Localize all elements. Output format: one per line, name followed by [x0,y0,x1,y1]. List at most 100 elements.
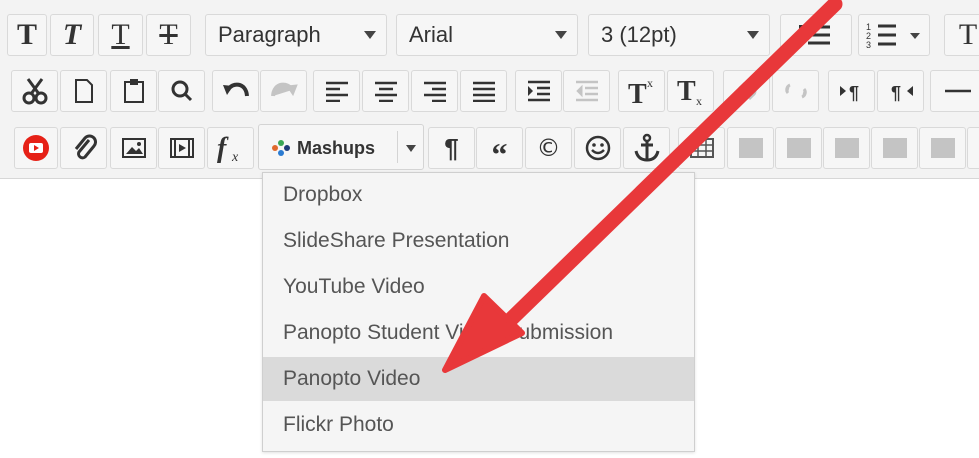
editor-toolbar: T T T T Paragraph Arial 3 (12pt) 123 T T… [0,0,979,179]
align-justify-button[interactable] [460,70,507,112]
redo-icon [270,82,298,97]
image-icon [121,138,146,158]
ltr-direction-button[interactable]: ¶ [828,70,875,112]
paragraph-format-select[interactable]: Paragraph [205,14,387,56]
show-blocks-button[interactable]: ¶ [428,127,475,169]
svg-text:f: f [217,133,229,163]
underline-button[interactable]: T [98,14,143,56]
font-size-value: 3 (12pt) [601,22,677,47]
anchor-icon [634,133,659,162]
insert-image-button[interactable] [110,127,157,169]
link-icon [737,81,756,101]
table-column-before-button[interactable] [871,127,918,169]
toolbar-row-1: T T T T Paragraph Arial 3 (12pt) 123 T [0,11,979,59]
paragraph-format-value: Paragraph [218,22,321,47]
scissors-icon [22,78,47,105]
unlink-icon [784,83,807,99]
chevron-down-icon [747,31,759,39]
bold-button[interactable]: T [7,14,47,56]
superscript-button[interactable]: Tx [618,70,665,112]
toolbar-row-3: fx ¶ “ © [0,124,979,172]
mashups-menu-item[interactable]: Panopto Student Video Submission [263,311,694,355]
align-right-button[interactable] [411,70,458,112]
align-center-button[interactable] [362,70,409,112]
mashups-menu-item[interactable]: Flickr Photo [263,403,694,447]
bullet-list-button[interactable] [780,14,852,56]
paperclip-icon [74,134,97,160]
film-icon [169,138,194,158]
strikethrough-button[interactable]: T [146,14,191,56]
mashups-label: Mashups [297,138,376,158]
cut-button[interactable] [11,70,58,112]
insert-youtube-button[interactable] [14,127,58,169]
align-right-icon [423,81,446,102]
bullet-list-icon [799,25,830,45]
menu-item-label: SlideShare Presentation [283,229,510,252]
font-family-value: Arial [409,22,454,47]
chevron-down-icon[interactable] [406,145,416,152]
table-row-after-button[interactable] [775,127,822,169]
table-column-before-icon [882,138,907,158]
mashups-divider [397,131,398,163]
insert-table-button[interactable] [678,127,725,169]
chevron-down-icon [555,31,567,39]
font-family-select[interactable]: Arial [396,14,578,56]
outdent-button[interactable] [563,70,610,112]
svg-text:3: 3 [866,40,871,50]
youtube-icon [23,135,49,161]
table-icon [689,138,714,158]
new-document-button[interactable] [60,70,107,112]
insert-equation-button[interactable]: fx [207,127,254,169]
insert-link-button[interactable] [723,70,770,112]
table-row-before-button[interactable] [727,127,774,169]
clipboard-icon [123,79,144,103]
function-icon: fx [217,133,239,163]
emoticon-button[interactable] [574,127,621,169]
mashups-menu-item[interactable]: YouTube Video [263,265,694,309]
table-delete-row-button[interactable] [823,127,870,169]
subscript-button[interactable]: Tx [667,70,714,112]
outdent-icon [575,80,598,102]
mashups-dropdown-menu: Dropbox SlideShare Presentation YouTube … [262,172,695,452]
mashups-button[interactable]: Mashups [258,124,424,170]
mashups-menu-item[interactable]: Dropbox [263,173,694,217]
mashups-menu-item[interactable]: SlideShare Presentation [263,219,694,263]
undo-icon [222,82,249,97]
svg-text:T: T [628,79,647,106]
find-button[interactable] [158,70,205,112]
font-size-select[interactable]: 3 (12pt) [588,14,770,56]
indent-button[interactable] [515,70,562,112]
menu-item-label: YouTube Video [283,275,425,298]
table-column-after-button[interactable] [919,127,966,169]
redo-button[interactable] [260,70,307,112]
menu-item-label: Panopto Student Video Submission [283,321,614,344]
table-delete-row-icon [834,138,859,158]
paste-button[interactable] [110,70,157,112]
bold-icon: T [16,18,37,51]
numbered-list-button[interactable]: 123 [858,14,930,56]
horizontal-line-button[interactable] [930,70,979,112]
font-style-button[interactable]: T [944,14,979,56]
table-more-button[interactable] [967,127,979,169]
mashups-icon [272,140,290,156]
unlink-button[interactable] [772,70,819,112]
svg-text:T: T [677,76,696,106]
indent-icon [527,80,550,102]
pilcrow-icon: ¶ [444,132,459,163]
search-icon [171,80,192,102]
blockquote-button[interactable]: “ [476,127,523,172]
left-to-right-icon: ¶ [839,83,859,103]
rtl-direction-button[interactable]: ¶ [877,70,924,112]
align-left-button[interactable] [313,70,360,112]
mashups-menu-item-panopto-video[interactable]: Panopto Video [263,357,694,401]
strikethrough-icon: T [159,18,178,51]
undo-button[interactable] [212,70,259,112]
attach-file-button[interactable] [60,127,107,169]
anchor-button[interactable] [623,127,670,169]
insert-media-button[interactable] [158,127,205,169]
table-column-after-icon [930,138,955,158]
italic-button[interactable]: T [50,14,94,56]
numbered-list-icon: 123 [866,22,920,50]
toolbar-row-2: Tx Tx ¶ ¶ [0,67,979,115]
special-character-button[interactable]: © [525,127,572,169]
